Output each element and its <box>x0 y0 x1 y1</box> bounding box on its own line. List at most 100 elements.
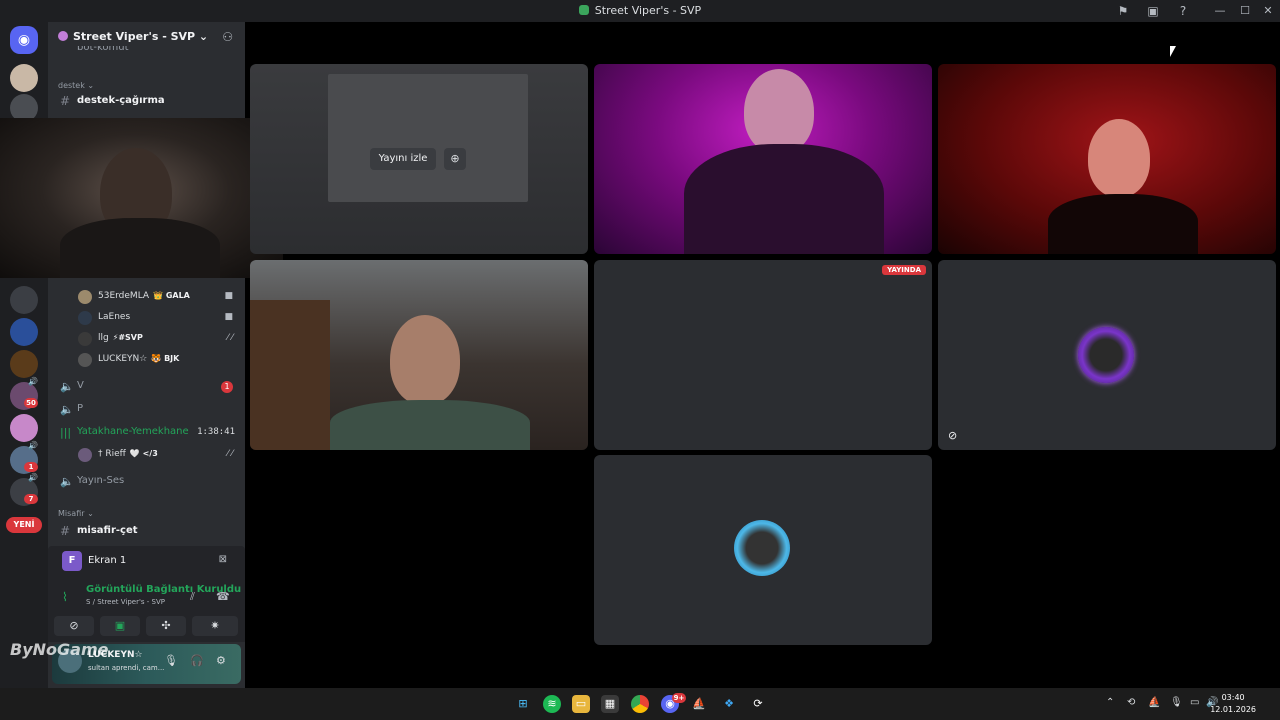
muted-deafened-icon: ⁄ ⁄ <box>227 333 233 343</box>
voice-channel-p[interactable]: 🔈 P <box>48 400 245 420</box>
voice-member[interactable]: 53ErdeMLA 👑 GALA ■ <box>78 288 243 306</box>
voice-member[interactable]: † Rieff 🤍 </3 ⁄ ⁄ <box>78 446 243 464</box>
muted-deafened-icon: ⁄ ⁄ <box>227 449 233 459</box>
connection-channel[interactable]: S / Street Viper's - SVP <box>86 598 165 606</box>
noise-suppression-icon[interactable]: ⫽ <box>190 590 195 604</box>
screen-avatar: F <box>62 551 82 571</box>
member-name: llg ⚡#SVP <box>98 333 143 343</box>
video-tile[interactable] <box>250 260 588 450</box>
voice-member[interactable]: LaEnes ■ <box>78 309 243 327</box>
inbox-icon[interactable]: ⚑ <box>1115 3 1131 19</box>
category-label: Misafir ⌄ <box>58 509 94 518</box>
windows-start-icon[interactable]: ⊞ <box>514 695 532 713</box>
screen-icon[interactable]: ▣ <box>1145 3 1161 19</box>
new-badge[interactable]: YENİ <box>6 517 42 533</box>
headphones-icon[interactable]: 🎧 <box>190 654 204 667</box>
category-misafir[interactable]: Misafir ⌄ <box>48 504 245 524</box>
file-explorer-icon[interactable]: ▭ <box>572 695 590 713</box>
channel-label: bot-komut <box>77 46 129 53</box>
steam-tray-icon[interactable]: ⛵ <box>1148 697 1160 708</box>
activities-button[interactable]: ✣ <box>146 616 186 636</box>
watch-stream-button[interactable]: Yayını izle <box>370 148 436 170</box>
voice-connection-panel: ⌇ Görüntülü Bağlantı Kuruldu S / Street … <box>48 576 245 642</box>
system-clock[interactable]: 03:40 12.01.2026 <box>1210 692 1256 716</box>
user-tile[interactable] <box>594 455 932 645</box>
disconnect-icon[interactable]: ☎ <box>216 590 230 603</box>
window-title: Street Viper's - SVP <box>0 4 1280 17</box>
steam-icon[interactable]: ⛵ <box>690 695 708 713</box>
channel-misafir-cet[interactable]: # misafir-çet <box>48 522 245 542</box>
stream-tile[interactable]: Yayını izle ⊕ <box>250 64 588 254</box>
store-icon[interactable]: ▦ <box>601 695 619 713</box>
server-badge: 1 <box>24 462 38 472</box>
server-icon[interactable] <box>10 286 38 314</box>
avatar <box>78 448 92 462</box>
help-icon[interactable]: ? <box>1175 3 1191 19</box>
user-status: sultan aprendi, cam... <box>88 664 165 672</box>
webcam-overlay <box>0 118 283 278</box>
user-tile[interactable]: ⊘ <box>938 260 1276 450</box>
signal-icon[interactable]: ⌇ <box>62 590 68 604</box>
server-icon[interactable] <box>10 350 38 378</box>
taskbar: ⊞ ≋ ▭ ▦ ◉ 9+ ⛵ ❖ ⟳ ⌃ ⟲ ⛵ 🎙 ▭ 🔊 03:40 12.… <box>0 688 1280 720</box>
screen-share-panel[interactable]: F Ekran 1 ⊠ <box>48 546 245 576</box>
sync-icon[interactable]: ⟲ <box>1127 697 1135 708</box>
text-channel-icon: # <box>60 94 71 108</box>
speaker-icon: 🔈 <box>60 403 74 416</box>
video-icon: ■ <box>224 291 233 301</box>
server-icon[interactable] <box>10 318 38 346</box>
voice-channel-yatakhane[interactable]: ||| Yatakhane-Yemekhane 1:38:41 <box>48 423 245 443</box>
person-figure <box>60 218 220 278</box>
avatar <box>734 520 790 576</box>
member-name: 53ErdeMLA 👑 GALA <box>98 291 190 301</box>
watermark-logo: ByNoGame <box>10 640 109 659</box>
avatar <box>78 311 92 325</box>
minimize-button[interactable]: — <box>1208 2 1232 20</box>
spotify-icon[interactable]: ≋ <box>543 695 561 713</box>
live-stream-tile[interactable]: YAYINDA <box>594 260 932 450</box>
active-voice-icon: ||| <box>60 426 72 439</box>
member-name: LaEnes <box>98 312 131 322</box>
avatar <box>78 353 92 367</box>
voice-member[interactable]: LUCKEYN☆ 🐯 BJK <box>78 351 243 369</box>
network-icon[interactable]: ▭ <box>1190 697 1199 708</box>
app-logo-icon <box>578 5 589 15</box>
voice-timer: 1:38:41 <box>197 427 235 437</box>
video-tile[interactable] <box>938 64 1276 254</box>
channel-label: Yatakhane-Yemekhane <box>77 426 189 437</box>
maximize-button[interactable]: ☐ <box>1233 2 1257 20</box>
camera-off-button[interactable]: ⊘ <box>54 616 94 636</box>
speaker-icon: 🔈 <box>60 475 74 488</box>
settings-gear-icon[interactable]: ⚙ <box>216 654 226 667</box>
voice-channel-v[interactable]: 🔈 V 1 <box>48 377 245 397</box>
server-badge: 50 <box>24 398 38 408</box>
close-screen-icon[interactable]: ⊠ <box>219 554 227 565</box>
video-tile[interactable] <box>594 64 932 254</box>
app-icon[interactable]: ⟳ <box>749 695 767 713</box>
tray-expand-icon[interactable]: ⌃ <box>1106 697 1114 708</box>
speaker-icon: 🔊 <box>28 441 38 450</box>
battlenet-icon[interactable]: ❖ <box>720 695 738 713</box>
invite-icon[interactable]: ⚇ <box>222 30 233 44</box>
discord-home-icon[interactable]: ◉ <box>10 26 38 54</box>
soundboard-button[interactable]: ✷ <box>192 616 238 636</box>
server-icon[interactable] <box>10 414 38 442</box>
person-figure <box>744 69 814 154</box>
discord-badge: 9+ <box>672 693 686 703</box>
speaker-icon: 🔊 <box>28 473 38 482</box>
voice-channel-yayin-ses[interactable]: 🔈 Yayın-Ses <box>48 472 245 492</box>
share-screen-button[interactable]: ▣ <box>100 616 140 636</box>
server-boost-icon <box>58 31 68 41</box>
microphone-icon[interactable]: 🎙 <box>164 654 178 667</box>
server-icon[interactable] <box>10 64 38 92</box>
channel-item[interactable]: bot-komut <box>48 46 245 56</box>
microphone-tray-icon[interactable]: 🎙 <box>1170 697 1183 708</box>
unread-badge: 1 <box>221 381 233 393</box>
channel-label: V <box>77 380 84 391</box>
voice-member[interactable]: llg ⚡#SVP ⁄ ⁄ <box>78 330 243 348</box>
close-button[interactable]: ✕ <box>1256 2 1280 20</box>
person-figure <box>1088 119 1150 197</box>
chrome-icon[interactable] <box>631 695 649 713</box>
zoom-icon[interactable]: ⊕ <box>444 148 466 170</box>
channel-destek-cagirma[interactable]: # destek-çağırma <box>48 92 245 112</box>
